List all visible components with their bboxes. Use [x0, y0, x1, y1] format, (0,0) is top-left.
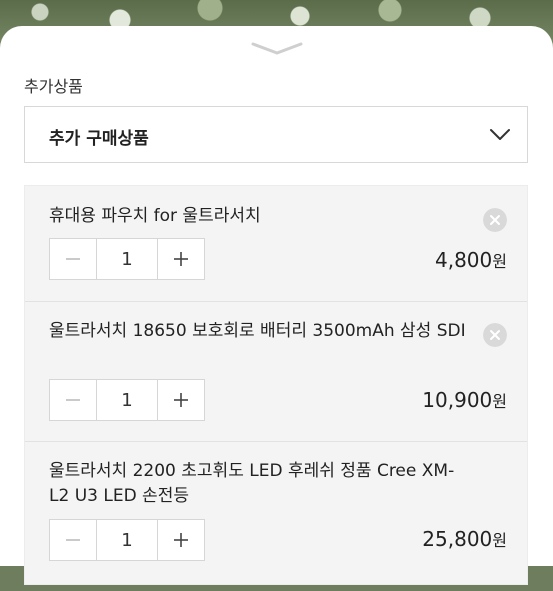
- list-item: 울트라서치 18650 보호회로 배터리 3500mAh 삼성 SDI 1 10…: [25, 301, 527, 442]
- decrease-button[interactable]: [50, 520, 96, 560]
- increase-button[interactable]: [158, 239, 204, 279]
- item-name: 울트라서치 2200 초고휘도 LED 후레쉬 정품 Cree XM-L2 U3…: [49, 461, 455, 506]
- item-price: 10,900원: [422, 388, 507, 412]
- plus-icon: [174, 252, 188, 266]
- plus-icon: [174, 533, 188, 547]
- price-value: 25,800: [422, 527, 493, 551]
- remove-item-close-icon[interactable]: [483, 323, 507, 347]
- list-item: 울트라서치 2200 초고휘도 LED 후레쉬 정품 Cree XM-L2 U3…: [25, 441, 527, 591]
- increase-button[interactable]: [158, 380, 204, 420]
- price-currency: 원: [492, 252, 507, 271]
- price-value: 4,800: [435, 248, 493, 272]
- section-label: 추가상품: [24, 77, 83, 96]
- additional-products-dropdown[interactable]: 추가 구매상품: [24, 106, 528, 163]
- quantity-stepper: 1: [49, 379, 205, 421]
- minus-icon: [66, 258, 80, 260]
- item-price: 25,800원: [422, 527, 507, 551]
- decrease-button[interactable]: [50, 239, 96, 279]
- remove-item-close-icon[interactable]: [483, 208, 507, 232]
- item-name: 휴대용 파우치 for 울트라서치: [49, 206, 261, 226]
- list-item: 휴대용 파우치 for 울트라서치 1 4,800원: [25, 186, 527, 302]
- quantity-value[interactable]: 1: [96, 380, 158, 420]
- price-currency: 원: [492, 392, 507, 411]
- quantity-stepper: 1: [49, 238, 205, 280]
- item-price: 4,800원: [435, 248, 507, 272]
- bottom-sheet: 추가상품 추가 구매상품 휴대용 파우치 for 울트라서치 1 4,800원 …: [0, 26, 553, 585]
- item-name: 울트라서치 18650 보호회로 배터리 3500mAh 삼성 SDI: [49, 321, 466, 341]
- decrease-button[interactable]: [50, 380, 96, 420]
- price-value: 10,900: [422, 388, 493, 412]
- price-currency: 원: [492, 531, 507, 550]
- plus-icon: [174, 393, 188, 407]
- quantity-value[interactable]: 1: [96, 239, 158, 279]
- sheet-handle-chevron-icon[interactable]: [251, 40, 303, 56]
- increase-button[interactable]: [158, 520, 204, 560]
- minus-icon: [66, 399, 80, 401]
- chevron-down-icon: [490, 129, 510, 140]
- selected-items-list: 휴대용 파우치 for 울트라서치 1 4,800원 울트라서치 18650 보…: [24, 185, 528, 585]
- dropdown-label: 추가 구매상품: [49, 129, 149, 149]
- quantity-value[interactable]: 1: [96, 520, 158, 560]
- quantity-stepper: 1: [49, 519, 205, 561]
- minus-icon: [66, 539, 80, 541]
